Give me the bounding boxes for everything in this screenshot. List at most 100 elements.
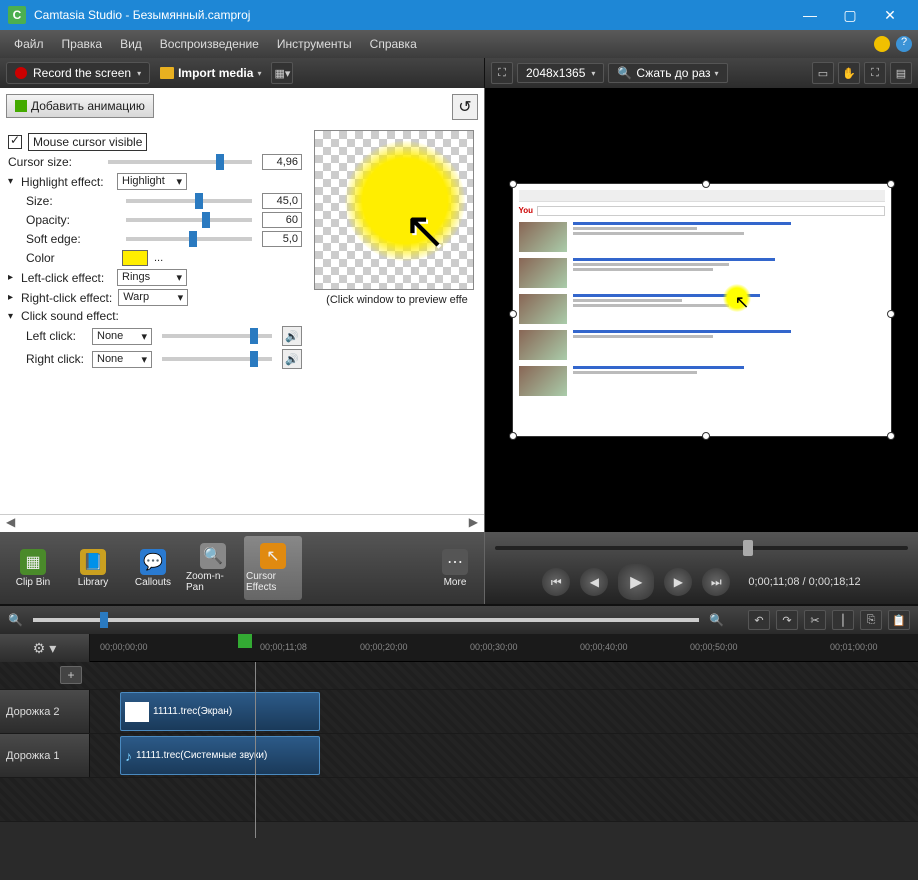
- panels-icon[interactable]: ▤: [890, 62, 912, 84]
- track-2[interactable]: Дорожка 2 11111.trec(Экран): [0, 690, 918, 734]
- soft-edge-label: Soft edge:: [26, 232, 116, 246]
- canvas-size-icon[interactable]: ⛶: [491, 62, 513, 84]
- tab-cursor-effects[interactable]: ↖ Cursor Effects: [244, 536, 302, 600]
- more-icon: ⋯: [442, 549, 468, 575]
- right-click-effect-label: Right-click effect:: [21, 291, 112, 305]
- next-panel-button[interactable]: ▶: [469, 515, 478, 532]
- clipbin-icon: ▦: [20, 549, 46, 575]
- highlight-effect-select[interactable]: Highlight▾: [117, 173, 187, 190]
- add-track-button[interactable]: +: [60, 666, 82, 684]
- zoom-dropdown[interactable]: 🔍 Сжать до раз▾: [608, 63, 727, 83]
- tab-callouts[interactable]: 💬 Callouts: [124, 536, 182, 600]
- record-button[interactable]: Record the screen▾: [6, 62, 150, 84]
- maximize-button[interactable]: ▢: [830, 0, 870, 30]
- menu-help[interactable]: Справка: [362, 34, 425, 54]
- minimize-button[interactable]: —: [790, 0, 830, 30]
- menu-view[interactable]: Вид: [112, 34, 150, 54]
- size-slider[interactable]: [126, 199, 252, 203]
- timeline-settings-button[interactable]: ⚙ ▾: [0, 634, 90, 662]
- play-button[interactable]: ▶: [618, 564, 654, 600]
- speaker-icon[interactable]: 🔊: [282, 349, 302, 369]
- step-fwd-button[interactable]: ▶: [664, 568, 692, 596]
- tab-library[interactable]: 📘 Library: [64, 536, 122, 600]
- paste-button[interactable]: 📋: [888, 610, 910, 630]
- menu-tools[interactable]: Инструменты: [269, 34, 360, 54]
- detach-icon[interactable]: ▭: [812, 62, 834, 84]
- soft-edge-slider[interactable]: [126, 237, 252, 241]
- cursor-size-value[interactable]: 4,96: [262, 154, 302, 170]
- ruler-label: 00;01;00;00: [830, 642, 878, 652]
- tips-icon[interactable]: [874, 36, 890, 52]
- menu-bar: Файл Правка Вид Воспроизведение Инструме…: [0, 30, 918, 58]
- track-1-header[interactable]: Дорожка 1: [0, 734, 90, 777]
- canvas[interactable]: You ↖: [485, 88, 918, 532]
- app-icon: C: [8, 6, 26, 24]
- prev-frame-button[interactable]: ⏮: [542, 568, 570, 596]
- chevron-right-icon[interactable]: ▸: [8, 272, 13, 283]
- effect-preview[interactable]: ↖: [314, 130, 474, 290]
- track-1[interactable]: Дорожка 1 ♪ 11111.trec(Системные звуки): [0, 734, 918, 778]
- color-picker[interactable]: [122, 250, 148, 266]
- timeline-ruler[interactable]: ⚙ ▾ 00;00;00;00 00;00;11;08 00;00;20;00 …: [0, 634, 918, 662]
- clip-audio[interactable]: ♪ 11111.trec(Системные звуки): [120, 736, 320, 775]
- window-title: Camtasia Studio - Безымянный.camproj: [34, 8, 790, 22]
- menu-play[interactable]: Воспроизведение: [152, 34, 267, 54]
- cursor-size-slider[interactable]: [108, 160, 252, 164]
- menu-edit[interactable]: Правка: [54, 34, 111, 54]
- next-frame-button[interactable]: ⏭: [702, 568, 730, 596]
- left-click-sound-select[interactable]: None▾: [92, 328, 152, 345]
- menu-file[interactable]: Файл: [6, 34, 52, 54]
- speaker-icon[interactable]: 🔊: [282, 326, 302, 346]
- produce-button[interactable]: ▦▾: [271, 62, 293, 84]
- import-media-button[interactable]: Import media▾: [154, 63, 267, 83]
- step-back-button[interactable]: ◀: [580, 568, 608, 596]
- close-button[interactable]: ✕: [870, 0, 910, 30]
- chevron-down-icon[interactable]: ▾: [8, 176, 13, 187]
- track-2-header[interactable]: Дорожка 2: [0, 690, 90, 733]
- preview-caption: (Click window to preview effe: [314, 294, 480, 306]
- preview-pane: You ↖ ⏮ ◀ ▶ ▶ ⏭ 0;00;11;: [485, 88, 918, 604]
- timeline-zoom-slider[interactable]: [33, 618, 699, 622]
- playhead[interactable]: [255, 662, 256, 838]
- title-bar: C Camtasia Studio - Безымянный.camproj —…: [0, 0, 918, 30]
- tab-zoom[interactable]: 🔍 Zoom-n-Pan: [184, 536, 242, 600]
- dimensions-button[interactable]: 2048x1365▾: [517, 63, 604, 83]
- chevron-down-icon[interactable]: ▾: [8, 311, 13, 322]
- cursor-visible-checkbox[interactable]: [8, 135, 22, 149]
- pan-icon[interactable]: ✋: [838, 62, 860, 84]
- cut-button[interactable]: ✂: [804, 610, 826, 630]
- help-icon[interactable]: ?: [896, 36, 912, 52]
- scrubber[interactable]: [495, 538, 908, 558]
- ruler-label: 00;00;00;00: [100, 642, 148, 652]
- add-animation-button[interactable]: Добавить анимацию: [6, 94, 154, 118]
- split-button[interactable]: ⎮: [832, 610, 854, 630]
- video-frame[interactable]: You ↖: [512, 183, 892, 437]
- zoom-out-icon[interactable]: 🔍: [8, 613, 23, 627]
- left-click-effect-select[interactable]: Rings▾: [117, 269, 187, 286]
- redo-button[interactable]: ↷: [776, 610, 798, 630]
- right-click-effect-select[interactable]: Warp▾: [118, 289, 188, 306]
- marker-icon[interactable]: [238, 634, 252, 648]
- copy-button[interactable]: ⎘: [860, 610, 882, 630]
- size-value[interactable]: 45,0: [262, 193, 302, 209]
- right-click-sound-select[interactable]: None▾: [92, 351, 152, 368]
- player-controls: ⏮ ◀ ▶ ▶ ⏭ 0;00;11;08 / 0;00;18;12: [485, 532, 918, 604]
- highlight-effect-label: Highlight effect:: [21, 175, 111, 189]
- right-click-volume-slider[interactable]: [162, 357, 272, 361]
- undo-button[interactable]: ↶: [748, 610, 770, 630]
- folder-icon: [160, 67, 174, 79]
- reset-button[interactable]: ↺: [452, 94, 478, 120]
- tab-clip-bin[interactable]: ▦ Clip Bin: [4, 536, 62, 600]
- timeline: 🔍 🔍 ↶ ↷ ✂ ⎮ ⎘ 📋 ⚙ ▾ 00;00;00;00 00;00;11…: [0, 604, 918, 838]
- opacity-value[interactable]: 60: [262, 212, 302, 228]
- left-click-volume-slider[interactable]: [162, 334, 272, 338]
- tab-more[interactable]: ⋯ More: [430, 536, 480, 600]
- fullscreen-icon[interactable]: ⛶: [864, 62, 886, 84]
- main-area: Добавить анимацию ↺ Mouse cursor visible…: [0, 88, 918, 604]
- soft-edge-value[interactable]: 5,0: [262, 231, 302, 247]
- prev-panel-button[interactable]: ◀: [6, 515, 15, 532]
- chevron-right-icon[interactable]: ▸: [8, 292, 13, 303]
- opacity-slider[interactable]: [126, 218, 252, 222]
- clip-video[interactable]: 11111.trec(Экран): [120, 692, 320, 731]
- zoom-in-icon[interactable]: 🔍: [709, 613, 724, 627]
